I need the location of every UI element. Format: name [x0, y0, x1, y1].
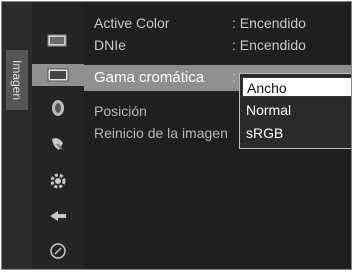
- settings-gear-icon[interactable]: [32, 170, 84, 192]
- menu-row-dnie[interactable]: DNIe : Encendido: [84, 34, 351, 56]
- row-value: : Encendido: [232, 37, 306, 53]
- channel-icon[interactable]: [32, 133, 84, 155]
- picture-icon[interactable]: [32, 30, 84, 52]
- row-label: Active Color: [94, 15, 170, 31]
- side-tab-label: Imagen: [6, 50, 28, 110]
- tv-menu-screen: Imagen Active Color: Encendido DNIe: E…: [0, 0, 356, 272]
- support-icon[interactable]: [32, 240, 84, 262]
- side-tab: Imagen: [2, 2, 32, 269]
- row-value: :: [232, 69, 237, 86]
- category-icon-column: [32, 2, 84, 269]
- row-label: Posición: [94, 103, 147, 119]
- row-label: Gama cromática: [94, 69, 205, 86]
- menu-frame: Imagen Active Color: Encendido DNIe: E…: [1, 1, 352, 270]
- row-label: DNIe: [94, 37, 126, 53]
- row-value: : Encendido: [232, 15, 306, 31]
- sound-icon[interactable]: [32, 97, 84, 119]
- dropdown-option-normal[interactable]: Normal: [242, 100, 351, 120]
- dropdown-option-ancho[interactable]: Ancho: [242, 77, 351, 97]
- input-icon[interactable]: [32, 205, 84, 227]
- gama-dropdown[interactable]: Ancho Normal sRGB: [239, 73, 351, 149]
- screen-icon[interactable]: [32, 64, 84, 86]
- dropdown-option-srgb[interactable]: sRGB: [242, 123, 351, 143]
- menu-row-active-color[interactable]: Active Color : Encendido: [84, 12, 351, 34]
- row-label: Reinicio de la imagen: [94, 125, 228, 141]
